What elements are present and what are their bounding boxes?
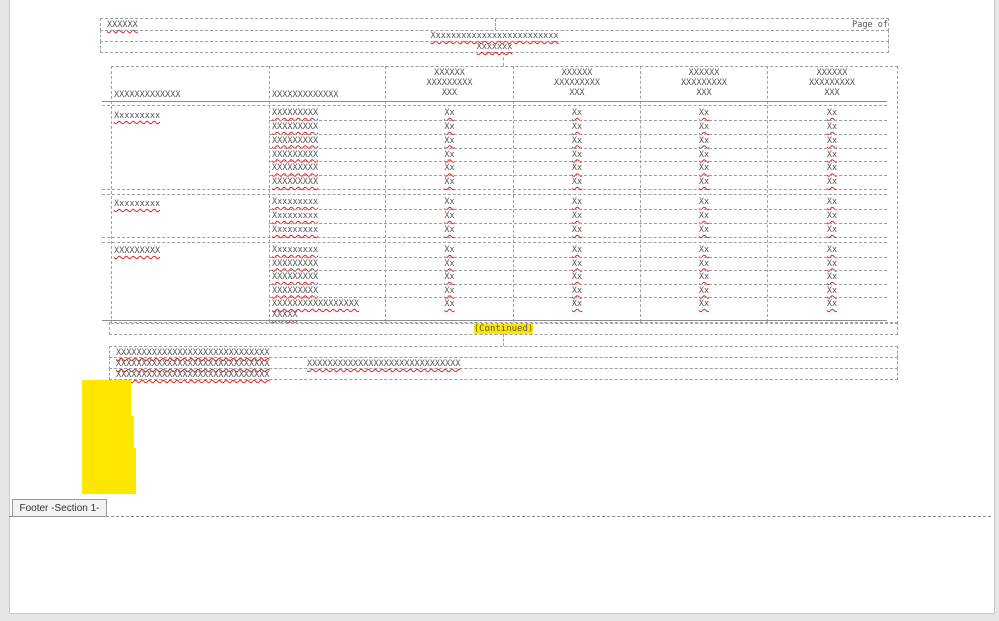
cell-value[interactable]: Xx bbox=[641, 177, 767, 187]
row-label[interactable]: XXXXXXXXX bbox=[272, 272, 318, 282]
cell-value[interactable]: Xx bbox=[641, 259, 767, 269]
col-header-2: XXXXXXXXXXXXX bbox=[272, 90, 339, 100]
cell-value[interactable]: Xx bbox=[768, 286, 896, 296]
cell-value[interactable]: Xx bbox=[514, 136, 640, 146]
col-header-6: XXXXXX XXXXXXXXX XXX bbox=[808, 68, 856, 98]
cell-value[interactable]: Xx bbox=[386, 163, 513, 173]
header-subtitle[interactable]: Xxxxxxx bbox=[477, 42, 513, 52]
cell-value[interactable]: Xx bbox=[768, 108, 896, 118]
cell-value[interactable]: Xx bbox=[641, 197, 767, 207]
header-page-number[interactable]: Page of bbox=[852, 20, 888, 30]
cell-value[interactable]: Xx bbox=[641, 163, 767, 173]
cell-value[interactable]: Xx bbox=[386, 177, 513, 187]
cell-value[interactable]: Xx bbox=[514, 163, 640, 173]
page-header-table: XXXXXX Page of Xxxxxxxxxxxxxxxxxxxxxxxxx… bbox=[100, 18, 889, 53]
col-header-4: XXXXXX XXXXXXXXX XXX bbox=[553, 68, 601, 98]
wrapped-row-continuation[interactable]: XXXXX bbox=[272, 310, 298, 320]
cell-value[interactable]: Xx bbox=[386, 299, 513, 309]
highlight-mark-2 bbox=[82, 416, 134, 452]
row-label[interactable]: XXXXXXXXX bbox=[272, 108, 318, 118]
row-label[interactable]: Xxxxxxxxx bbox=[272, 225, 318, 235]
table-connector bbox=[503, 52, 504, 66]
cell-value[interactable]: Xx bbox=[386, 259, 513, 269]
cell-value[interactable]: Xx bbox=[514, 211, 640, 221]
cell-value[interactable]: Xx bbox=[386, 211, 513, 221]
header-row-3: Xxxxxxx bbox=[100, 41, 889, 53]
cell-value[interactable]: Xx bbox=[514, 150, 640, 160]
footer-section-tab[interactable]: Footer -Section 1- bbox=[12, 499, 107, 517]
col-header-3: XXXXXX XXXXXXXXX XXX bbox=[426, 68, 473, 98]
cell-value[interactable]: Xx bbox=[641, 108, 767, 118]
cell-value[interactable]: Xx bbox=[386, 122, 513, 132]
cell-value[interactable]: Xx bbox=[768, 211, 896, 221]
cell-value[interactable]: Xx bbox=[641, 122, 767, 132]
cell-value[interactable]: Xx bbox=[768, 225, 896, 235]
row-label[interactable]: XXXXXXXXX bbox=[272, 259, 318, 269]
group-2-label[interactable]: Xxxxxxxxx bbox=[114, 199, 160, 209]
cell-value[interactable]: Xx bbox=[386, 108, 513, 118]
cell-value[interactable]: Xx bbox=[514, 225, 640, 235]
cell-value[interactable]: Xx bbox=[514, 177, 640, 187]
cell-value[interactable]: Xx bbox=[514, 299, 640, 309]
col-header-5: XXXXXX XXXXXXXXX XXX bbox=[680, 68, 728, 98]
cell-value[interactable]: Xx bbox=[514, 122, 640, 132]
cell-value[interactable]: Xx bbox=[768, 197, 896, 207]
header-left-text[interactable]: XXXXXX bbox=[107, 20, 138, 30]
row-label[interactable]: Xxxxxxxxx bbox=[272, 211, 318, 221]
cell-value[interactable]: Xx bbox=[514, 245, 640, 255]
row-label[interactable]: XXXXXXXXX bbox=[272, 163, 318, 173]
cell-value[interactable]: Xx bbox=[386, 245, 513, 255]
cell-value[interactable]: Xx bbox=[641, 211, 767, 221]
cell-value[interactable]: Xx bbox=[386, 286, 513, 296]
data-table: XXXXXXXXXXXXX XXXXXXXXXXXXX XXXXXX XXXXXX… bbox=[102, 66, 898, 324]
row-label[interactable]: XXXXXXXXX bbox=[272, 286, 318, 296]
cell-value[interactable]: Xx bbox=[768, 163, 896, 173]
row-label[interactable]: Xxxxxxxxx bbox=[272, 245, 318, 255]
cell-value[interactable]: Xx bbox=[514, 197, 640, 207]
cell-value[interactable]: Xx bbox=[768, 245, 896, 255]
group-1-label[interactable]: Xxxxxxxxx bbox=[114, 111, 160, 121]
cell-value[interactable]: Xx bbox=[768, 150, 896, 160]
highlight-mark-3 bbox=[82, 448, 136, 494]
cell-value[interactable]: Xx bbox=[514, 259, 640, 269]
cell-value[interactable]: Xx bbox=[386, 150, 513, 160]
row-label[interactable]: Xxxxxxxxx bbox=[272, 197, 318, 207]
cell-value[interactable]: Xx bbox=[641, 272, 767, 282]
cell-value[interactable]: Xx bbox=[641, 225, 767, 235]
cell-value[interactable]: Xx bbox=[386, 197, 513, 207]
cell-value[interactable]: Xx bbox=[641, 286, 767, 296]
cell-value[interactable]: Xx bbox=[386, 136, 513, 146]
cell-value[interactable]: Xx bbox=[768, 259, 896, 269]
cell-value[interactable]: Xx bbox=[514, 272, 640, 282]
cell-value[interactable]: Xx bbox=[768, 177, 896, 187]
row-label[interactable]: XXXXXXXXXXXXXXXXX bbox=[272, 299, 359, 309]
row-label[interactable]: XXXXXXXXX bbox=[272, 177, 318, 187]
group-3-label[interactable]: XXXXXXXXX bbox=[114, 246, 160, 256]
header-title[interactable]: Xxxxxxxxxxxxxxxxxxxxxxxxx bbox=[431, 31, 559, 41]
row-label[interactable]: XXXXXXXXX bbox=[272, 122, 318, 132]
cell-value[interactable]: Xx bbox=[386, 272, 513, 282]
cell-value[interactable]: Xx bbox=[514, 286, 640, 296]
row-label[interactable]: XXXXXXXXX bbox=[272, 136, 318, 146]
notes-table: XXXXXXXXXXXXXXXXXXXXXXXXXXXXXX XXXXXXXXX… bbox=[109, 346, 898, 380]
cell-value[interactable]: Xx bbox=[768, 136, 896, 146]
row-label[interactable]: XXXXXXXXX bbox=[272, 150, 318, 160]
cell-value[interactable]: Xx bbox=[514, 108, 640, 118]
notes-line-3[interactable]: XXXXXXXXXXXXXXXXXXXXXXXXXXXXXX bbox=[116, 370, 270, 380]
cell-value[interactable]: Xx bbox=[768, 122, 896, 132]
footer-separator bbox=[106, 516, 991, 517]
cell-value[interactable]: Xx bbox=[641, 136, 767, 146]
cell-value[interactable]: Xx bbox=[768, 272, 896, 282]
cell-value[interactable]: Xx bbox=[768, 299, 896, 309]
cell-value[interactable]: Xx bbox=[386, 225, 513, 235]
cell-value[interactable]: Xx bbox=[641, 245, 767, 255]
continued-text[interactable]: (Continued) bbox=[473, 323, 534, 334]
col-header-1: XXXXXXXXXXXXX bbox=[114, 90, 181, 100]
cell-value[interactable]: Xx bbox=[641, 299, 767, 309]
cell-value[interactable]: Xx bbox=[641, 150, 767, 160]
